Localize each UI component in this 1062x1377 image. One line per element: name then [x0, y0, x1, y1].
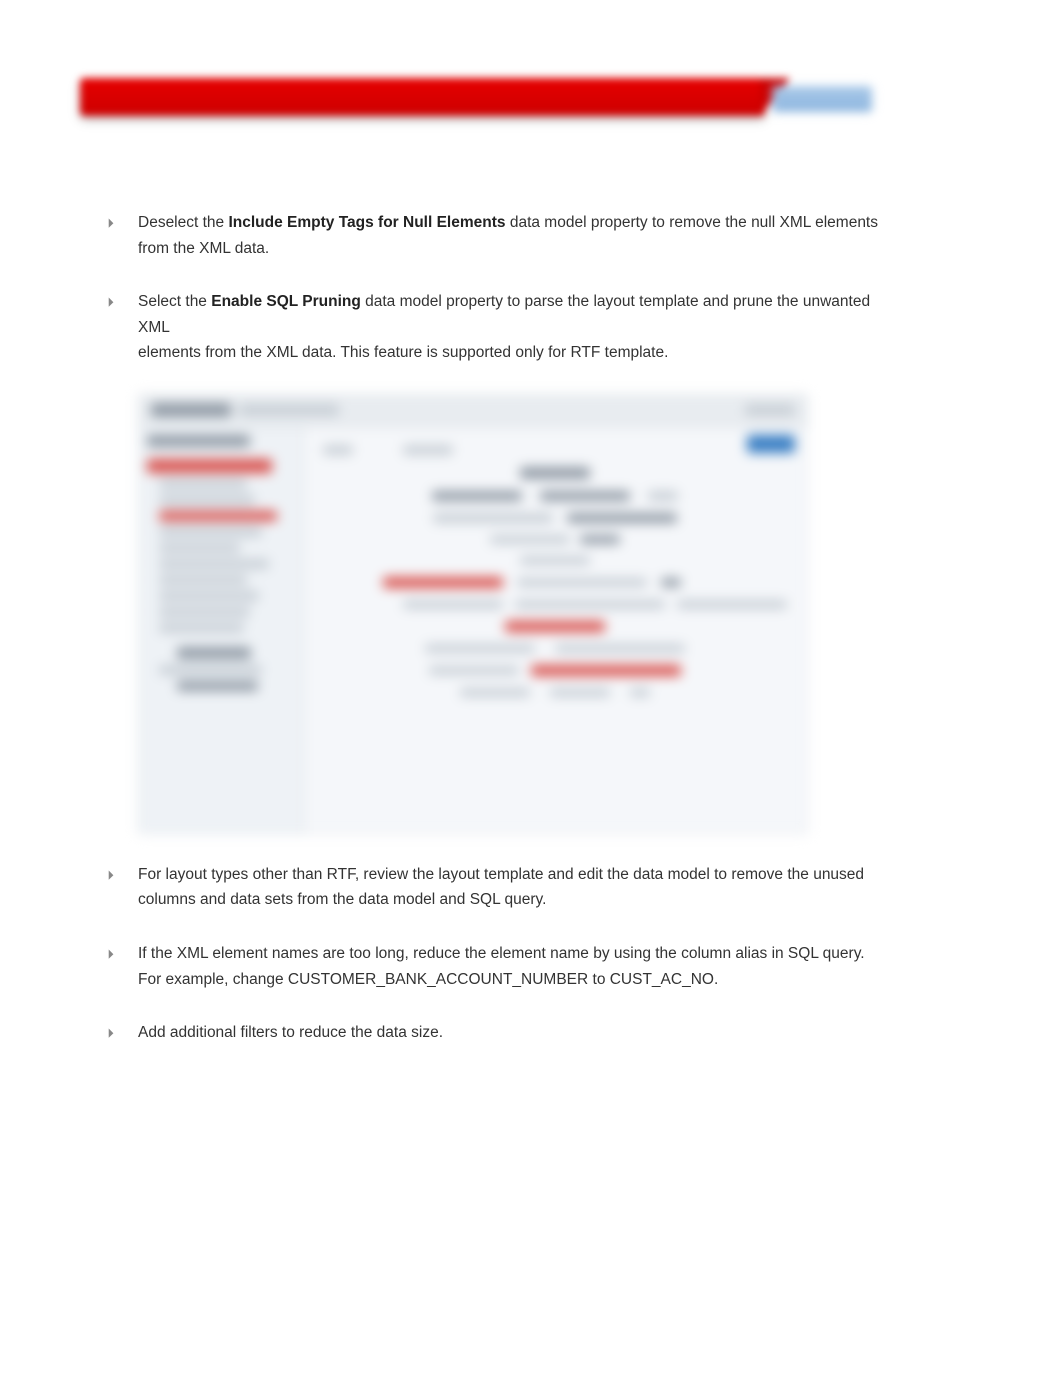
bullet-text: If the XML element names are too long, r… [138, 941, 878, 992]
bullet-marker-icon: 🞂 [108, 289, 138, 366]
bullet-item: 🞂 Deselect the Include Empty Tags for Nu… [108, 210, 878, 261]
text-bold: Enable SQL Pruning [211, 293, 361, 310]
embedded-screenshot [138, 394, 808, 834]
bullet-item: 🞂 For layout types other than RTF, revie… [108, 862, 878, 913]
bullet-marker-icon: 🞂 [108, 941, 138, 992]
text-post: Add additional filters to reduce the dat… [138, 1024, 443, 1041]
screenshot-save-button [747, 435, 795, 453]
bullet-item: 🞂 If the XML element names are too long,… [108, 941, 878, 992]
bullet-marker-icon: 🞂 [108, 862, 138, 913]
header-banner [80, 78, 880, 128]
text-pre: Select the [138, 293, 211, 310]
bullet-text: Select the Enable SQL Pruning data model… [138, 289, 878, 366]
text-bold: Include Empty Tags for Null Elements [228, 214, 505, 231]
text-post: If the XML element names are too long, r… [138, 945, 865, 988]
document-content: 🞂 Deselect the Include Empty Tags for Nu… [108, 210, 878, 1074]
bullet-item: 🞂 Add additional filters to reduce the d… [108, 1020, 878, 1046]
screenshot-sidebar [139, 427, 303, 833]
screenshot-topbar [139, 395, 807, 427]
screenshot-main [303, 427, 807, 833]
bullet-item: 🞂 Select the Enable SQL Pruning data mod… [108, 289, 878, 366]
blue-badge [772, 86, 872, 112]
bullet-marker-icon: 🞂 [108, 210, 138, 261]
text-pre: Deselect the [138, 214, 228, 231]
text-post2: elements from the XML data. This feature… [138, 344, 668, 361]
text-post: For layout types other than RTF, review … [138, 866, 864, 909]
bullet-text: For layout types other than RTF, review … [138, 862, 878, 913]
bullet-text: Deselect the Include Empty Tags for Null… [138, 210, 878, 261]
red-banner-bar [80, 78, 765, 116]
bullet-text: Add additional filters to reduce the dat… [138, 1020, 878, 1046]
bullet-marker-icon: 🞂 [108, 1020, 138, 1046]
